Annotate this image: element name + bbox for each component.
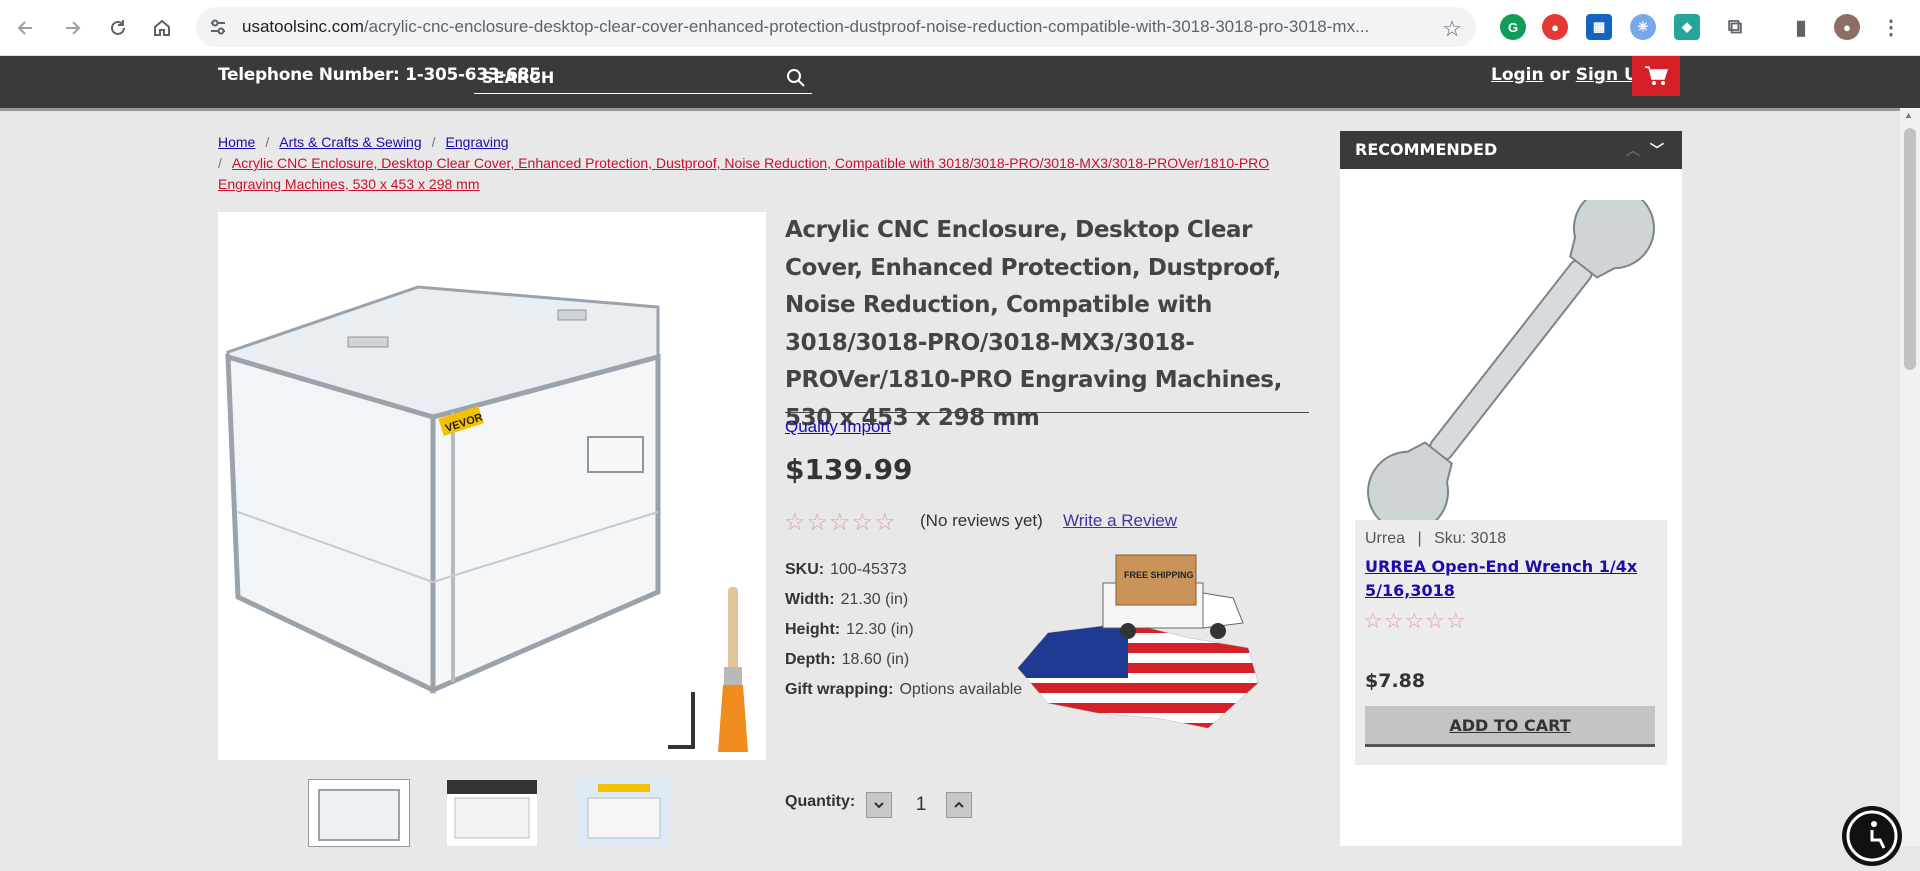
breadcrumb: Home / Arts & Crafts & Sewing / Engraving / A… [218, 134, 1270, 192]
breadcrumb-home[interactable]: Home [218, 134, 255, 150]
login-link[interactable]: Login [1491, 65, 1544, 85]
grid-extension-icon[interactable]: ▦ [1586, 14, 1612, 40]
recommended-meta: Urrea | Sku: 3018 [1365, 530, 1506, 548]
chevron-down-icon[interactable]: ﹀ [1650, 140, 1664, 160]
url-host: usatoolsinc.com [242, 17, 364, 36]
product-specs: SKU: 100-45373 Width: 21.30 (in) Height: 12… [785, 555, 1022, 705]
cart-button[interactable] [1632, 56, 1680, 96]
spec-label: SKU: [785, 561, 825, 578]
title-divider [785, 412, 1309, 413]
forward-icon[interactable] [58, 14, 86, 42]
profile-avatar[interactable]: ● [1834, 14, 1860, 40]
meta-separator: | [1417, 530, 1422, 547]
thumbnail-3[interactable] [578, 780, 670, 846]
recommended-product-image[interactable] [1355, 200, 1667, 520]
browser-toolbar: usatoolsinc.com/acrylic-cnc-enclosure-de… [0, 0, 1920, 56]
breadcrumb-arts-crafts[interactable]: Arts & Crafts & Sewing [279, 134, 421, 150]
more-menu-icon[interactable]: ⋮ [1878, 14, 1904, 40]
reload-icon[interactable] [104, 14, 132, 42]
recommended-brand: Urrea [1365, 530, 1406, 547]
write-review-link[interactable]: Write a Review [1063, 511, 1177, 531]
scrollbar-thumb[interactable] [1904, 128, 1916, 370]
product-price: $139.99 [785, 453, 913, 486]
quantity-label: Quantity: [785, 793, 856, 810]
add-to-cart-button[interactable]: ADD TO CART [1365, 706, 1655, 747]
url-path: /acrylic-cnc-enclosure-desktop-clear-cov… [363, 17, 1370, 36]
spec-value: 21.30 (in) [840, 591, 909, 608]
spec-value: 100-45373 [830, 561, 907, 578]
auth-or-text: or [1549, 65, 1570, 85]
teal-extension-icon[interactable]: ◆ [1674, 14, 1700, 40]
breadcrumb-current[interactable]: Acrylic CNC Enclosure, Desktop Clear Cov… [218, 155, 1269, 192]
thumbnail-2[interactable] [447, 780, 537, 846]
free-shipping-text: FREE SHIPPING [1124, 570, 1194, 580]
spec-value: Options available [899, 681, 1023, 698]
recommended-sku: Sku: 3018 [1434, 530, 1507, 547]
grammarly-extension-icon[interactable]: G [1500, 14, 1526, 40]
thumbnail-strip [308, 779, 708, 847]
product-title: Acrylic CNC Enclosure, Desktop Clear Cov… [785, 217, 1282, 431]
spec-row-height: Height: 12.30 (in) [785, 615, 1022, 645]
spec-value: 18.60 (in) [841, 651, 910, 668]
accessibility-icon [1846, 810, 1898, 862]
breadcrumb-engraving[interactable]: Engraving [446, 134, 509, 150]
quantity-input[interactable] [894, 791, 948, 819]
search-icon[interactable] [786, 68, 806, 88]
brand-link[interactable]: Quality Import [785, 417, 891, 437]
quantity-decrease-button[interactable] [866, 792, 892, 818]
recommended-header: RECOMMENDED ︿ ﹀ [1340, 131, 1682, 169]
spec-label: Gift wrapping: [785, 681, 894, 698]
address-bar[interactable]: usatoolsinc.com/acrylic-cnc-enclosure-de… [196, 7, 1476, 47]
spec-row-width: Width: 21.30 (in) [785, 585, 1022, 615]
spec-label: Height: [785, 621, 841, 638]
reviews-count: (No reviews yet) [920, 511, 1043, 530]
free-shipping-graphic: FREE SHIPPING [1017, 554, 1259, 729]
network-extension-icon[interactable]: ✳ [1630, 14, 1656, 40]
quantity-increase-button[interactable] [946, 792, 972, 818]
rating-stars: ☆☆☆☆☆ [784, 509, 897, 536]
spec-row-depth: Depth: 18.60 (in) [785, 645, 1022, 675]
cart-icon [1645, 66, 1668, 85]
site-header: Telephone Number: 1-305-633-685 LoginorS… [0, 56, 1920, 111]
search-input[interactable] [482, 63, 772, 91]
recommended-price: $7.88 [1365, 670, 1426, 692]
spec-row-sku: SKU: 100-45373 [785, 555, 1022, 585]
extensions-puzzle-icon[interactable]: ⧉ [1722, 14, 1748, 40]
spec-row-gift-wrapping: Gift wrapping: Options available [785, 675, 1022, 705]
pokeball-extension-icon[interactable]: ● [1542, 14, 1568, 40]
accessibility-widget-button[interactable] [1842, 806, 1902, 866]
chevron-down-icon [874, 802, 884, 809]
bookmark-star-icon[interactable]: ☆ [1442, 16, 1462, 42]
side-panel-icon[interactable]: ▮ [1788, 14, 1814, 40]
recommended-rating-stars: ☆☆☆☆☆ [1363, 608, 1467, 633]
spec-value: 12.30 (in) [846, 621, 914, 638]
spec-label: Depth: [785, 651, 836, 668]
scroll-up-arrow-icon[interactable]: ▲ [1904, 110, 1913, 120]
search-box [474, 63, 812, 94]
site-info-icon[interactable] [208, 17, 228, 37]
chevron-up-icon[interactable]: ︿ [1626, 140, 1640, 160]
spec-label: Width: [785, 591, 835, 608]
url-text: usatoolsinc.com/acrylic-cnc-enclosure-de… [242, 17, 1422, 37]
recommended-title: RECOMMENDED [1355, 140, 1498, 159]
chevron-up-icon [954, 801, 964, 808]
home-icon[interactable] [148, 14, 176, 42]
auth-links: Login or Sign Up [1491, 65, 1650, 85]
thumbnail-1[interactable] [308, 779, 410, 847]
product-main-image[interactable]: VEVOR [218, 212, 766, 760]
recommended-product-link[interactable]: URREA Open-End Wrench 1/4x 5/16,3018 [1365, 555, 1645, 603]
back-icon[interactable] [12, 14, 40, 42]
